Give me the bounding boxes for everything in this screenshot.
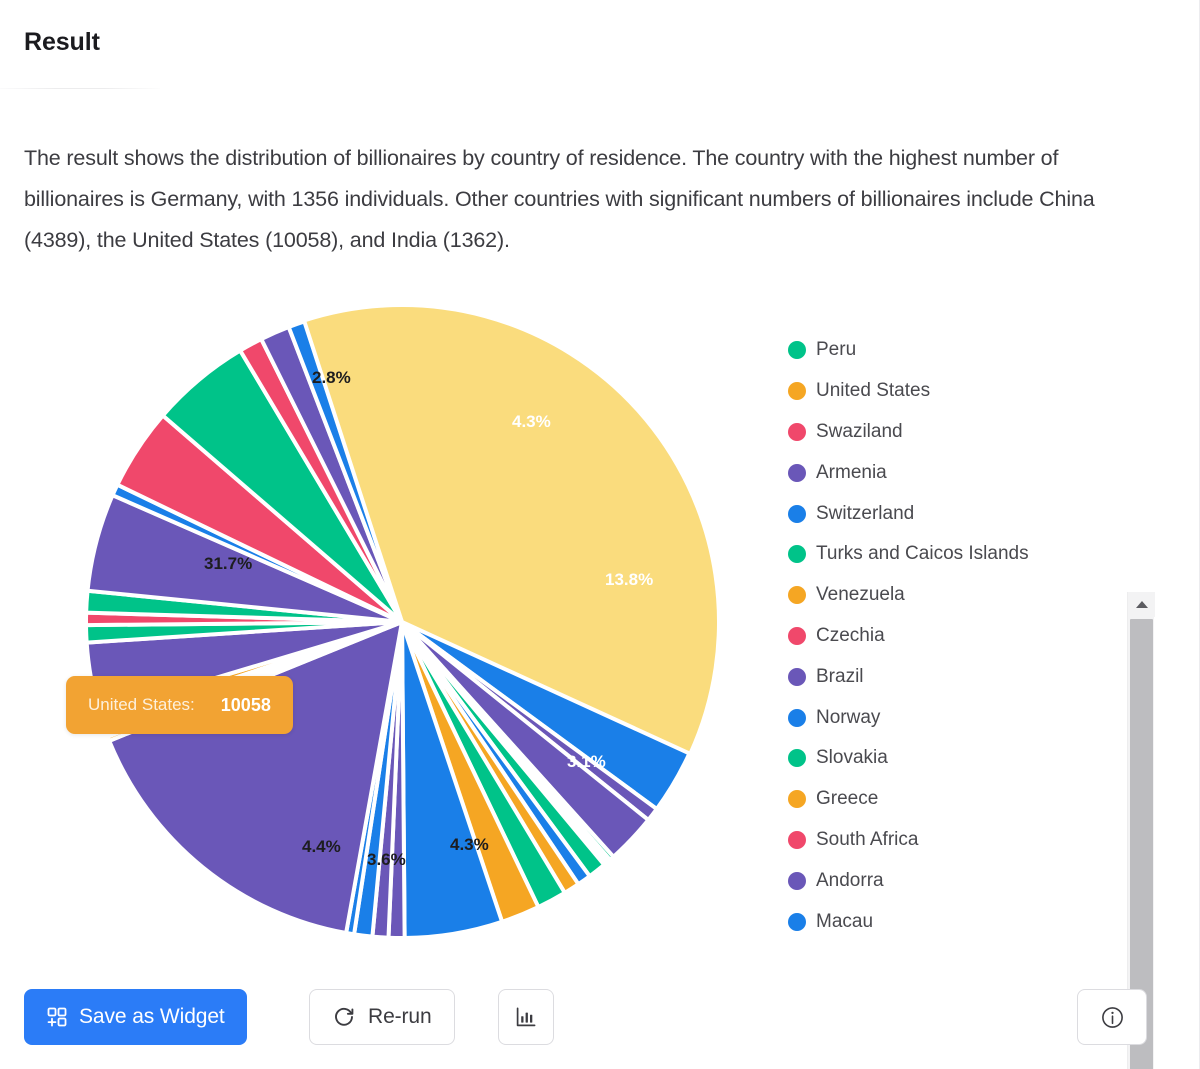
legend-item[interactable]: Brazil <box>788 656 1078 697</box>
legend-item-label: Turks and Caicos Islands <box>816 543 1029 565</box>
legend-item[interactable]: Greece <box>788 779 1078 820</box>
panel-header: Result <box>0 0 1200 88</box>
legend-color-dot <box>788 626 806 645</box>
legend-item[interactable]: Turks and Caicos Islands <box>788 534 1078 575</box>
tooltip-series-name: United States: <box>88 695 195 714</box>
legend-color-dot <box>788 382 806 401</box>
legend-item[interactable]: United States <box>788 371 1078 412</box>
legend-item[interactable]: Armenia <box>788 452 1078 493</box>
chart-region: 31.7% 2.8% 4.3% 13.8% 3.1% 4.4% 3.6% 4.3% Unite… <box>0 292 1160 1069</box>
legend-item-label: Greece <box>816 788 879 810</box>
legend-item-label: Andorra <box>816 869 884 891</box>
bar-chart-icon <box>514 1005 538 1029</box>
scroll-up-arrow-icon[interactable] <box>1128 592 1155 617</box>
info-circle-icon <box>1099 1004 1126 1031</box>
legend-color-dot <box>788 422 806 441</box>
legend-color-dot <box>788 830 806 849</box>
legend-item[interactable]: Swaziland <box>788 412 1078 453</box>
legend-item-label: Czechia <box>816 624 885 646</box>
rerun-label: Re-run <box>368 1005 432 1028</box>
header-divider <box>0 88 160 89</box>
legend-item[interactable]: Andorra <box>788 860 1078 901</box>
legend-item-label: Switzerland <box>816 502 915 524</box>
legend-item-label: Slovakia <box>816 747 888 769</box>
legend-item-label: South Africa <box>816 828 919 850</box>
pie-chart[interactable]: 31.7% 2.8% 4.3% 13.8% 3.1% 4.4% 3.6% 4.3% <box>72 302 732 942</box>
widget-grid-icon <box>46 1006 68 1028</box>
legend-item[interactable]: Norway <box>788 697 1078 738</box>
result-summary-text: The result shows the distribution of bil… <box>24 146 1095 252</box>
legend-color-dot <box>788 341 806 360</box>
save-as-widget-label: Save as Widget <box>79 1005 225 1028</box>
save-as-widget-button[interactable]: Save as Widget <box>24 989 247 1045</box>
chart-view-button[interactable] <box>498 989 554 1045</box>
legend-item[interactable]: Switzerland <box>788 493 1078 534</box>
legend-item[interactable]: Slovakia <box>788 738 1078 779</box>
legend-color-dot <box>788 790 806 809</box>
result-toolbar: Save as Widget Re-run <box>0 978 1200 1068</box>
legend-item[interactable]: Peru <box>788 330 1078 371</box>
legend-color-dot <box>788 708 806 727</box>
legend-item-label: United States <box>816 380 931 402</box>
tooltip-value: 10058 <box>220 694 271 715</box>
legend-color-dot <box>788 586 806 605</box>
legend-item-label: Venezuela <box>816 584 905 606</box>
legend-item-label: Peru <box>816 339 857 361</box>
legend-item-label: Swaziland <box>816 420 903 442</box>
chart-legend[interactable]: Peru United States Swaziland Armenia Switzer… <box>788 330 1078 950</box>
legend-color-dot <box>788 912 806 931</box>
legend-color-dot <box>788 463 806 482</box>
pie-chart-svg[interactable] <box>72 302 732 942</box>
legend-item-label: Macau <box>816 910 874 932</box>
page-title: Result <box>24 28 100 56</box>
pie-tooltip: United States: 10058 <box>66 676 293 734</box>
refresh-icon <box>332 1005 356 1029</box>
legend-color-dot <box>788 749 806 768</box>
legend-item[interactable]: South Africa <box>788 820 1078 861</box>
legend-item[interactable]: Czechia <box>788 616 1078 657</box>
legend-item[interactable]: Macau <box>788 901 1078 942</box>
legend-color-dot <box>788 667 806 686</box>
result-panel: Result The result shows the distribution… <box>0 0 1200 1069</box>
legend-item-label: Norway <box>816 706 881 728</box>
legend-item-label: Armenia <box>816 461 887 483</box>
info-button[interactable] <box>1077 989 1147 1045</box>
legend-item-label: Brazil <box>816 665 864 687</box>
legend-item[interactable]: Venezuela <box>788 575 1078 616</box>
legend-color-dot <box>788 545 806 564</box>
legend-color-dot <box>788 871 806 890</box>
rerun-button[interactable]: Re-run <box>309 989 455 1045</box>
legend-color-dot <box>788 504 806 523</box>
